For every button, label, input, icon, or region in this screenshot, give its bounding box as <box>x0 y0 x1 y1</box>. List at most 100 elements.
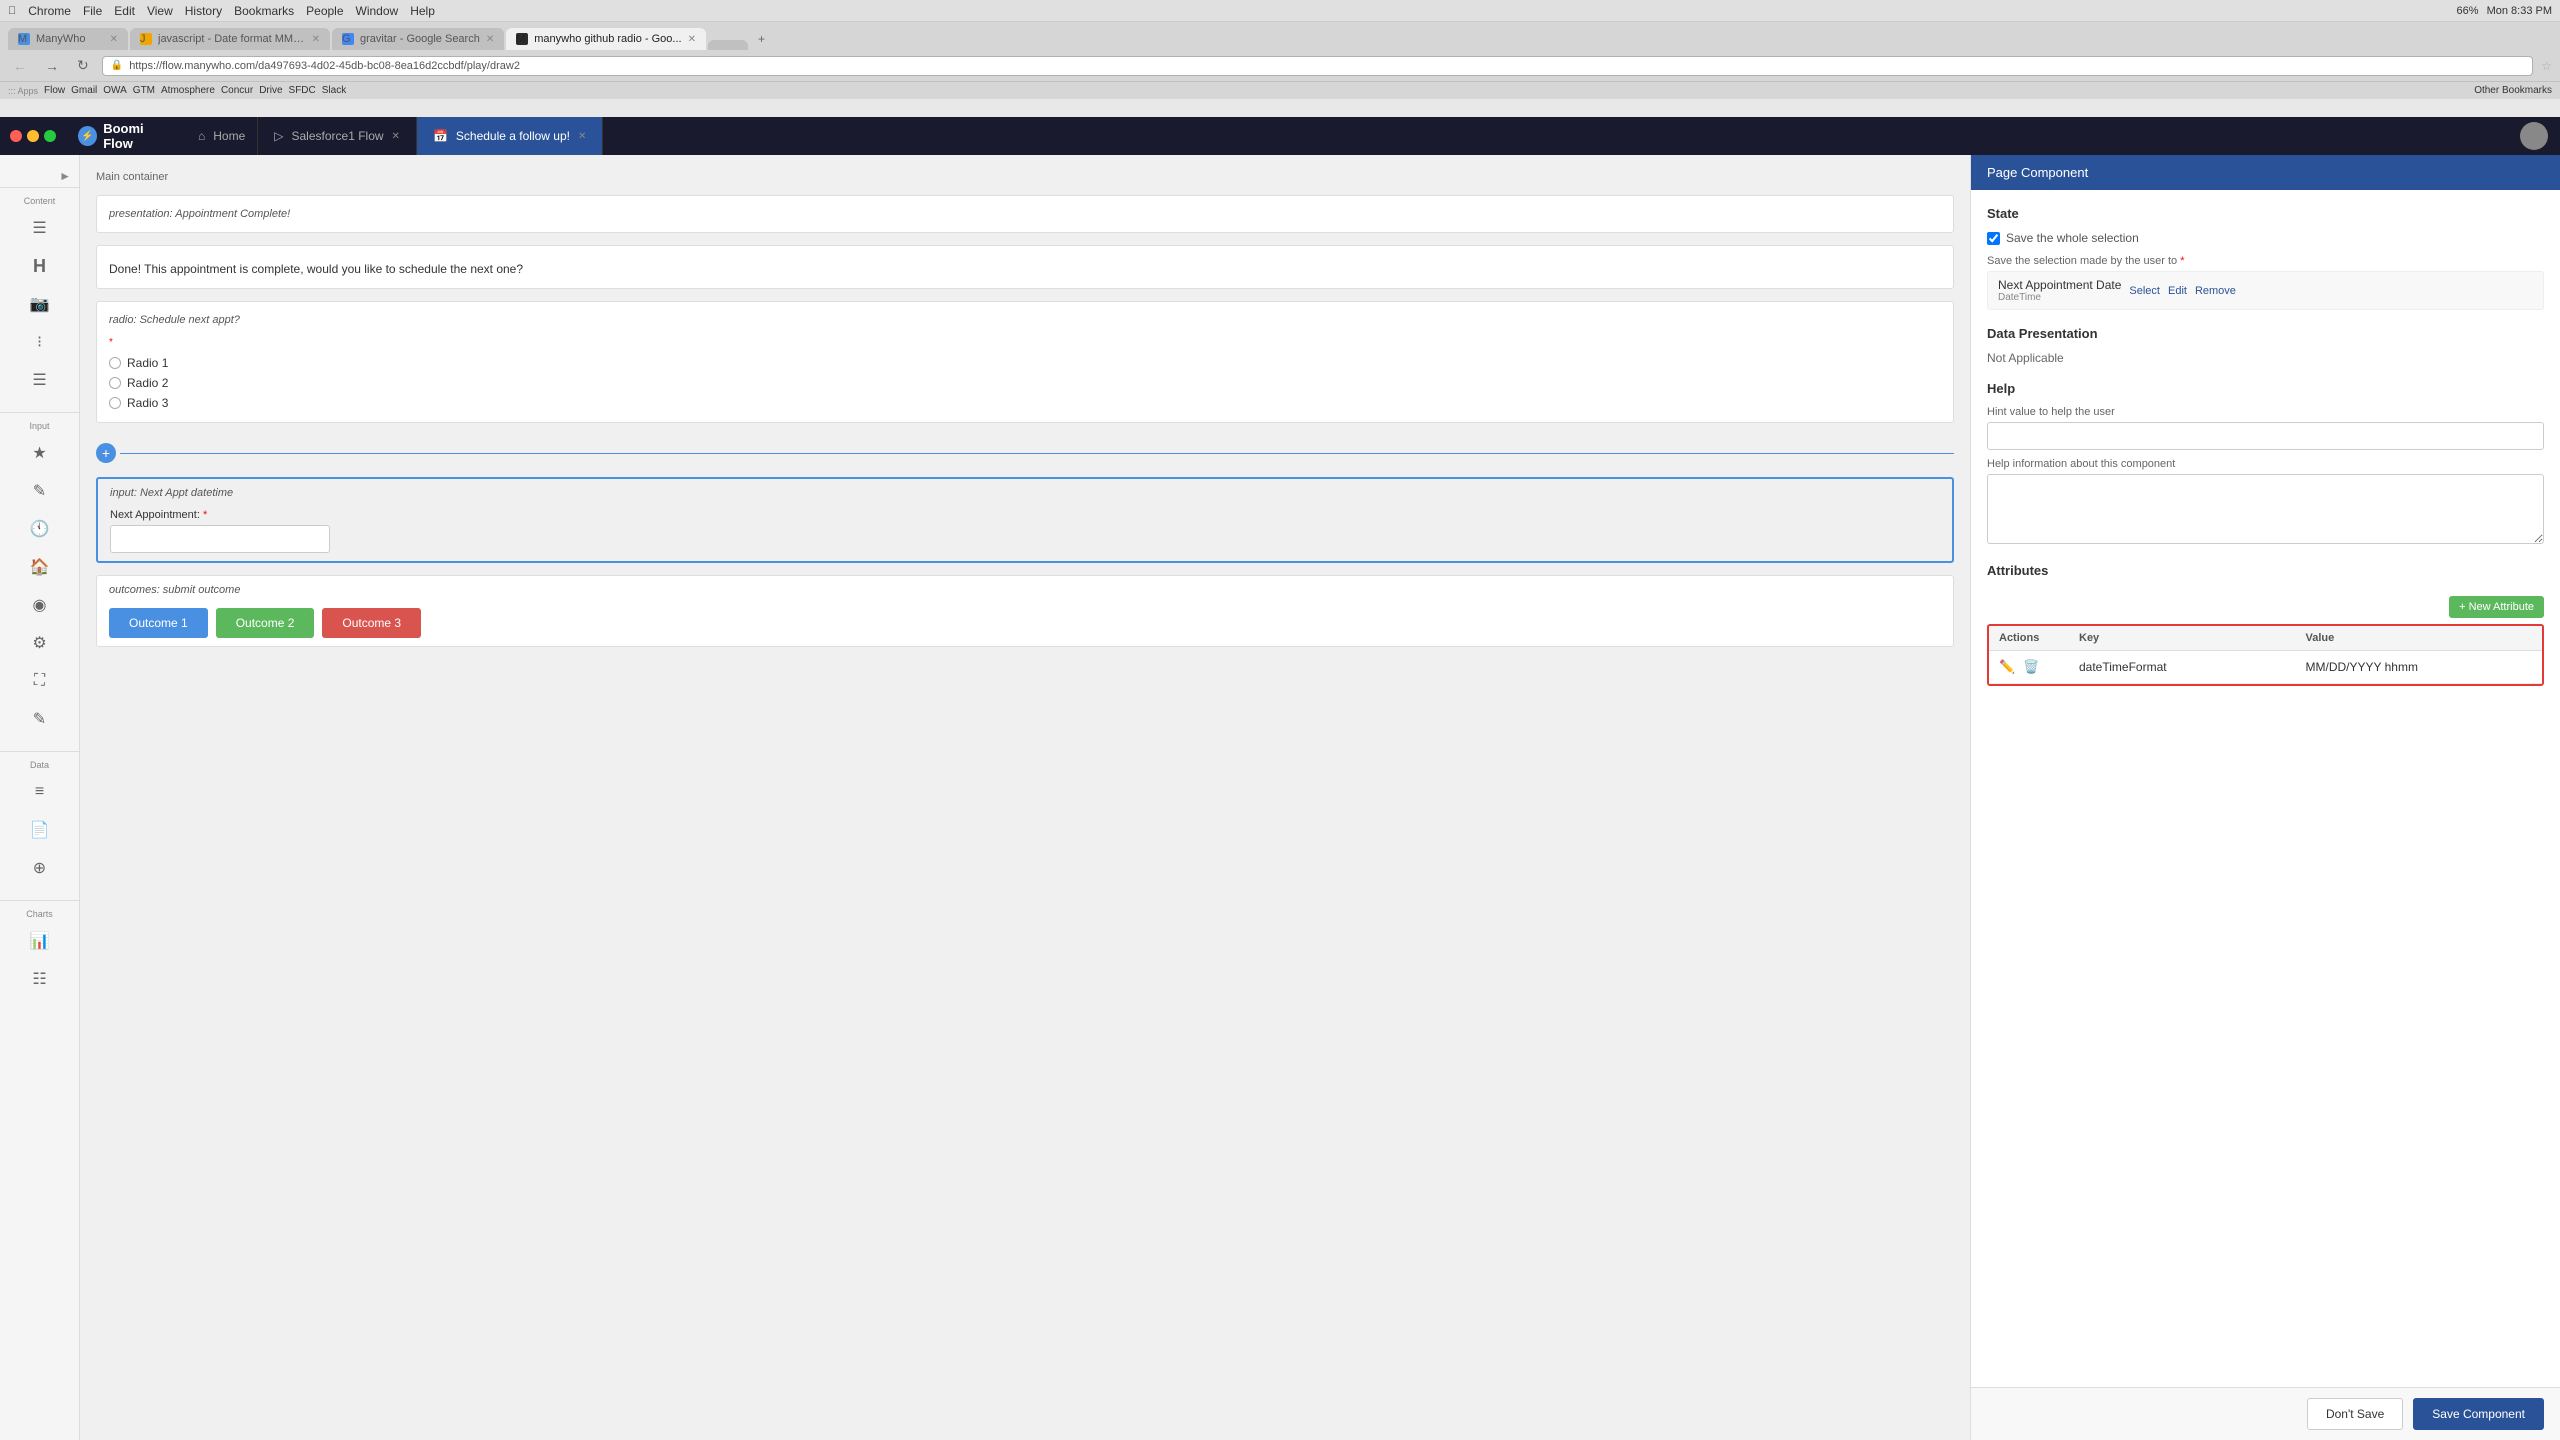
radio-item-1[interactable]: Radio 1 <box>109 356 1941 370</box>
bookmarks-menu[interactable]: Bookmarks <box>234 4 294 18</box>
hint-input[interactable] <box>1987 422 2544 450</box>
view-menu[interactable]: View <box>147 4 173 18</box>
radio-input-2[interactable] <box>109 377 121 389</box>
radio-section[interactable]: radio: Schedule next appt? * Radio 1 Rad… <box>96 301 1954 423</box>
logo-icon: ⚡ <box>78 126 97 146</box>
app-body: ► Content ☰ H 📷 ⁝ ☰ Input ★ ✎ 🕚 <box>0 155 2560 1440</box>
tab-close-icon[interactable]: ✕ <box>486 34 494 45</box>
input-icon-4[interactable]: 🏠 <box>24 551 56 583</box>
browser-tab-blank[interactable] <box>708 40 748 50</box>
chart-icon-2[interactable]: ☷ <box>24 963 56 995</box>
tab-close-icon[interactable]: ✕ <box>110 34 118 45</box>
data-icon-2[interactable]: 📄 <box>24 814 56 846</box>
people-menu[interactable]: People <box>306 4 343 18</box>
data-icon-1[interactable]: ≡ <box>24 776 56 808</box>
save-whole-selection-row[interactable]: Save the whole selection <box>1987 231 2544 245</box>
delete-attribute-icon[interactable]: 🗑️ <box>2023 659 2039 675</box>
content-icon-2[interactable]: H <box>24 250 56 282</box>
remove-link[interactable]: Remove <box>2195 285 2236 297</box>
bookmark-slack[interactable]: Slack <box>322 85 346 96</box>
radio-input-1[interactable] <box>109 357 121 369</box>
tab-close-icon[interactable]: ✕ <box>688 34 696 45</box>
input-icon-3[interactable]: 🕚 <box>24 513 56 545</box>
next-appointment-input[interactable] <box>110 525 330 553</box>
bookmark-gtm[interactable]: GTM <box>133 85 155 96</box>
bookmark-owa[interactable]: OWA <box>103 85 127 96</box>
add-component-button[interactable]: + <box>96 443 116 463</box>
bookmark-gmail[interactable]: Gmail <box>71 85 97 96</box>
help-menu[interactable]: Help <box>410 4 435 18</box>
select-link[interactable]: Select <box>2129 285 2160 297</box>
user-avatar[interactable] <box>2520 122 2548 150</box>
address-input[interactable]: 🔒 https://flow.manywho.com/da497693-4d02… <box>102 56 2534 76</box>
tab-home[interactable]: ⌂ Home <box>186 117 258 155</box>
browser-tab-manywho[interactable]: M ManyWho ✕ <box>8 28 128 50</box>
presentation-content: presentation: Appointment Complete! <box>97 196 1953 232</box>
content-icon-1[interactable]: ☰ <box>24 212 56 244</box>
content-icon-list[interactable]: ⁝ <box>24 326 56 358</box>
input-icon-1[interactable]: ★ <box>24 437 56 469</box>
other-bookmarks[interactable]: Other Bookmarks <box>2474 85 2552 96</box>
input-icon-6[interactable]: ⚙ <box>24 627 56 659</box>
back-button[interactable]: ← <box>8 56 32 76</box>
new-attribute-bar: + New Attribute <box>1987 596 2544 618</box>
file-menu[interactable]: File <box>83 4 102 18</box>
dont-save-button[interactable]: Don't Save <box>2307 1398 2403 1430</box>
bookmark-drive[interactable]: Drive <box>259 85 282 96</box>
right-panel: Page Component State Save the whole sele… <box>1970 155 2560 1440</box>
tab-salesforce[interactable]: ▷ Salesforce1 Flow ✕ <box>258 117 417 155</box>
new-tab-button[interactable]: + <box>750 28 773 50</box>
radio-item-2[interactable]: Radio 2 <box>109 376 1941 390</box>
apple-menu[interactable]:  <box>8 5 16 17</box>
input-icon-5[interactable]: ◉ <box>24 589 56 621</box>
tab-schedule[interactable]: 📅 Schedule a follow up! ✕ <box>417 117 603 155</box>
outcome-1-button[interactable]: Outcome 1 <box>109 608 208 638</box>
new-attribute-button[interactable]: + New Attribute <box>2449 596 2544 618</box>
bookmark-atmosphere[interactable]: Atmosphere <box>161 85 215 96</box>
forward-button[interactable]: → <box>40 56 64 76</box>
radio-input-3[interactable] <box>109 397 121 409</box>
bookmark-flow[interactable]: Flow <box>44 85 65 96</box>
edit-menu[interactable]: Edit <box>114 4 135 18</box>
bookmark-sfdc[interactable]: SFDC <box>289 85 316 96</box>
close-window-button[interactable] <box>10 130 22 142</box>
save-whole-selection-checkbox[interactable] <box>1987 232 2000 245</box>
input-icon-7[interactable]: ⛶ <box>24 665 56 697</box>
content-icon-image[interactable]: 📷 <box>24 288 56 320</box>
collapse-control[interactable]: ► <box>0 165 79 187</box>
bookmark-concur[interactable]: Concur <box>221 85 253 96</box>
tab-close-icon[interactable]: ✕ <box>312 34 320 45</box>
refresh-button[interactable]: ↻ <box>72 55 94 76</box>
maximize-window-button[interactable] <box>44 130 56 142</box>
window-menu[interactable]: Window <box>356 4 399 18</box>
left-section-charts: Charts 📊 ☷ <box>0 900 79 1003</box>
save-component-button[interactable]: Save Component <box>2413 1398 2544 1430</box>
browser-tab-manywho-github[interactable]: M manywho github radio - Goo... ✕ <box>506 28 706 50</box>
input-datetime-section[interactable]: input: Next Appt datetime Next Appointme… <box>96 477 1954 563</box>
browser-tab-gravitar[interactable]: G gravitar - Google Search ✕ <box>332 28 504 50</box>
presentation-section[interactable]: presentation: Appointment Complete! <box>96 195 1954 233</box>
right-panel-title: Page Component <box>1987 165 2088 180</box>
content-icon-nav[interactable]: ☰ <box>24 364 56 396</box>
add-component-area: + <box>96 435 1954 471</box>
outcome-3-button[interactable]: Outcome 3 <box>322 608 421 638</box>
salesforce-tab-close[interactable]: ✕ <box>392 131 400 142</box>
help-info-textarea[interactable] <box>1987 474 2544 544</box>
minimize-window-button[interactable] <box>27 130 39 142</box>
schedule-tab-close[interactable]: ✕ <box>578 131 586 142</box>
input-icon-2[interactable]: ✎ <box>24 475 56 507</box>
chart-icon-1[interactable]: 📊 <box>24 925 56 957</box>
edit-attribute-icon[interactable]: ✏️ <box>1999 659 2015 675</box>
radio-item-3[interactable]: Radio 3 <box>109 396 1941 410</box>
data-icon-3[interactable]: ⊕ <box>24 852 56 884</box>
chrome-menu[interactable]: Chrome <box>28 4 71 18</box>
right-panel-header: Page Component <box>1971 155 2560 190</box>
browser-tab-dateformat[interactable]: J javascript - Date format MMM... ✕ <box>130 28 330 50</box>
input-icon-8[interactable]: ✎ <box>24 703 56 735</box>
star-icon[interactable]: ☆ <box>2541 59 2552 73</box>
collapse-icon[interactable]: ► <box>59 169 71 183</box>
state-section: State Save the whole selection Save the … <box>1987 206 2544 310</box>
edit-link[interactable]: Edit <box>2168 285 2187 297</box>
outcome-2-button[interactable]: Outcome 2 <box>216 608 315 638</box>
history-menu[interactable]: History <box>185 4 222 18</box>
